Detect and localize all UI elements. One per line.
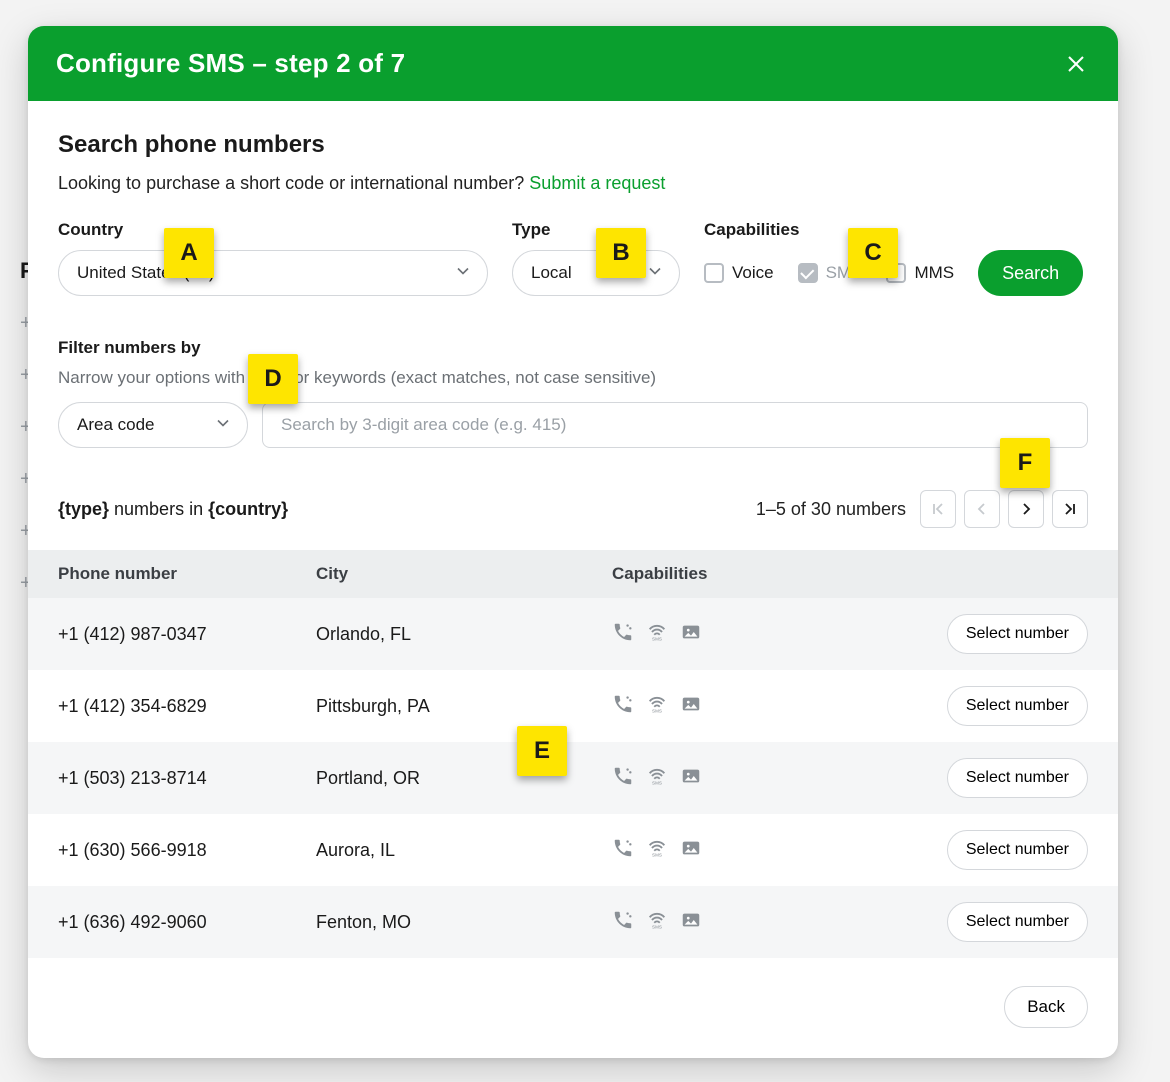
listing-title: {type} numbers in {country}: [58, 499, 288, 520]
select-number-button[interactable]: Select number: [947, 686, 1088, 726]
annotation-d: D: [248, 354, 298, 404]
voice-icon: [612, 693, 634, 720]
search-button[interactable]: Search: [978, 250, 1083, 296]
pager-last-button[interactable]: [1052, 490, 1088, 528]
select-number-button[interactable]: Select number: [947, 614, 1088, 654]
pager-first-button[interactable]: [920, 490, 956, 528]
submit-request-link[interactable]: Submit a request: [529, 173, 665, 193]
cell-phone-number: +1 (503) 213-8714: [58, 768, 316, 789]
filter-hint: Narrow your options with digits or keywo…: [58, 368, 1088, 388]
svg-text:SMS: SMS: [652, 780, 662, 785]
voice-icon: [612, 837, 634, 864]
table-row: +1 (636) 492-9060 Fenton, MO SMS Select …: [28, 886, 1118, 958]
cell-phone-number: +1 (412) 987-0347: [58, 624, 316, 645]
section-title: Search phone numbers: [58, 131, 1088, 159]
numbers-table: Phone number City Capabilities +1 (412) …: [28, 550, 1118, 958]
last-page-icon: [1062, 501, 1078, 517]
chevron-down-icon: [215, 415, 231, 436]
cell-phone-number: +1 (636) 492-9060: [58, 912, 316, 933]
table-row: +1 (630) 566-9918 Aurora, IL SMS Select …: [28, 814, 1118, 886]
cell-capabilities: SMS: [612, 693, 908, 720]
sms-icon: SMS: [646, 909, 668, 936]
annotation-c: C: [848, 228, 898, 278]
cell-capabilities: SMS: [612, 909, 908, 936]
capabilities-label: Capabilities: [704, 220, 954, 240]
chevron-down-icon: [647, 263, 663, 284]
pager-status: 1–5 of 30 numbers: [756, 499, 906, 520]
filter-input[interactable]: [262, 402, 1088, 448]
sms-icon: SMS: [646, 693, 668, 720]
checkbox-checked-icon: [798, 263, 818, 283]
annotation-b: B: [596, 228, 646, 278]
annotation-a: A: [164, 228, 214, 278]
table-row: +1 (503) 213-8714 Portland, OR SMS Selec…: [28, 742, 1118, 814]
mms-icon: [680, 621, 702, 648]
cell-city: Orlando, FL: [316, 624, 612, 645]
chevron-left-icon: [974, 501, 990, 517]
filter-mode-select[interactable]: Area code: [58, 402, 248, 448]
pager-prev-button[interactable]: [964, 490, 1000, 528]
checkbox-unchecked-icon: [704, 263, 724, 283]
select-number-button[interactable]: Select number: [947, 758, 1088, 798]
mms-icon: [680, 765, 702, 792]
sms-icon: SMS: [646, 837, 668, 864]
sms-icon: SMS: [646, 765, 668, 792]
intro-text: Looking to purchase a short code or inte…: [58, 173, 1088, 194]
first-page-icon: [930, 501, 946, 517]
close-button[interactable]: [1062, 50, 1090, 78]
modal-title: Configure SMS – step 2 of 7: [56, 48, 405, 79]
svg-text:SMS: SMS: [652, 636, 662, 641]
table-row: +1 (412) 354-6829 Pittsburgh, PA SMS Sel…: [28, 670, 1118, 742]
cell-city: Aurora, IL: [316, 840, 612, 861]
cell-capabilities: SMS: [612, 765, 908, 792]
country-label: Country: [58, 220, 488, 240]
back-button[interactable]: Back: [1004, 986, 1088, 1028]
chevron-right-icon: [1018, 501, 1034, 517]
cell-phone-number: +1 (630) 566-9918: [58, 840, 316, 861]
cell-capabilities: SMS: [612, 837, 908, 864]
close-icon: [1066, 54, 1086, 74]
column-header-city: City: [316, 564, 612, 584]
pager-next-button[interactable]: [1008, 490, 1044, 528]
svg-text:SMS: SMS: [652, 924, 662, 929]
sms-icon: SMS: [646, 621, 668, 648]
select-number-button[interactable]: Select number: [947, 902, 1088, 942]
svg-text:SMS: SMS: [652, 708, 662, 713]
table-row: +1 (412) 987-0347 Orlando, FL SMS Select…: [28, 598, 1118, 670]
chevron-down-icon: [455, 263, 471, 284]
voice-icon: [612, 909, 634, 936]
column-header-number: Phone number: [58, 564, 316, 584]
table-header: Phone number City Capabilities: [28, 550, 1118, 598]
voice-icon: [612, 765, 634, 792]
mms-icon: [680, 909, 702, 936]
mms-icon: [680, 693, 702, 720]
cell-capabilities: SMS: [612, 621, 908, 648]
voice-icon: [612, 621, 634, 648]
column-header-capabilities: Capabilities: [612, 564, 908, 584]
mms-icon: [680, 837, 702, 864]
country-select[interactable]: United States (+1): [58, 250, 488, 296]
filter-label: Filter numbers by: [58, 338, 1088, 358]
cell-city: Fenton, MO: [316, 912, 612, 933]
capability-voice[interactable]: Voice: [704, 263, 774, 283]
annotation-e: E: [517, 726, 567, 776]
cell-city: Pittsburgh, PA: [316, 696, 612, 717]
configure-sms-modal: Configure SMS – step 2 of 7 Search phone…: [28, 26, 1118, 1058]
cell-city: Portland, OR: [316, 768, 612, 789]
cell-phone-number: +1 (412) 354-6829: [58, 696, 316, 717]
svg-text:SMS: SMS: [652, 852, 662, 857]
modal-header: Configure SMS – step 2 of 7: [28, 26, 1118, 101]
select-number-button[interactable]: Select number: [947, 830, 1088, 870]
annotation-f: F: [1000, 438, 1050, 488]
